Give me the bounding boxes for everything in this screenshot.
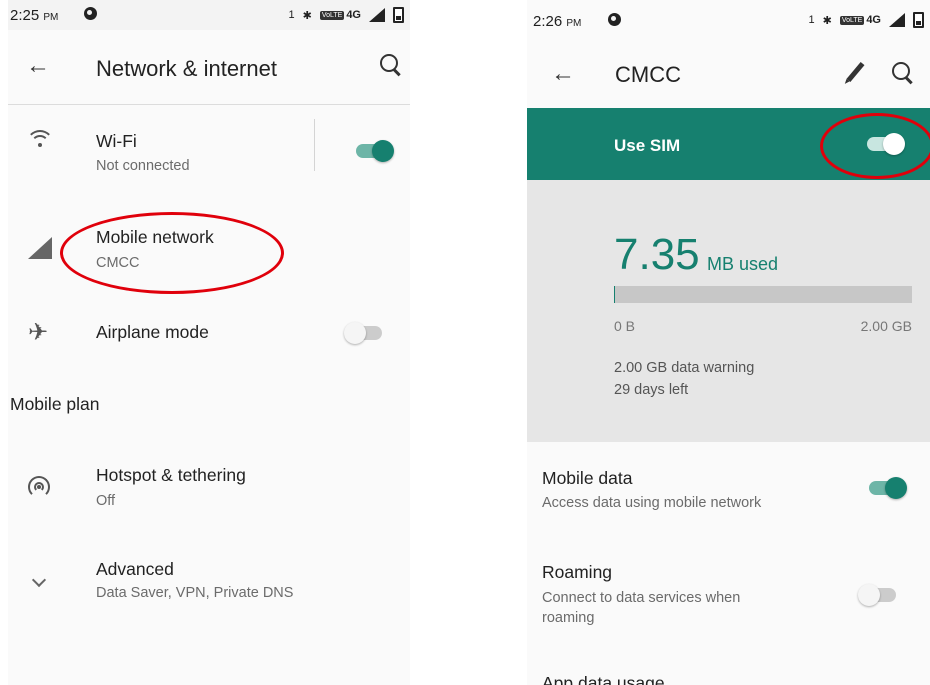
bluetooth-icon: ✱	[302, 9, 312, 22]
battery-icon	[393, 7, 404, 23]
data-usage-bar	[614, 286, 912, 303]
wifi-row[interactable]: Wi-Fi Not connected	[8, 105, 410, 185]
mobile-data-title: Mobile data	[542, 468, 633, 488]
wifi-title: Wi-Fi	[96, 131, 137, 151]
usage-min-label: 0 B	[614, 318, 636, 334]
data-usage-panel: 7.35 MB used 0 B 2.00 GB 2.00 GB data wa…	[527, 180, 930, 442]
battery-icon	[913, 12, 924, 28]
network-type-label: 4G	[346, 9, 361, 21]
data-used-amount: 7.35	[614, 230, 700, 279]
highlight-circle	[60, 212, 284, 294]
advanced-row[interactable]: Advanced Data Saver, VPN, Private DNS	[8, 545, 410, 635]
use-sim-label: Use SIM	[614, 136, 681, 155]
app-bar: ← Network & internet	[8, 30, 410, 105]
search-icon[interactable]	[892, 62, 910, 80]
data-warning-text: 2.00 GB data warning	[614, 360, 755, 376]
app-bar: ← CMCC	[527, 42, 930, 108]
status-time: 2:25 PM	[10, 7, 59, 24]
edit-pencil-icon[interactable]	[846, 61, 865, 83]
mobile-data-desc: Access data using mobile network	[542, 495, 762, 511]
status-bar: 2:26 PM 1 ✱ VoLTE 4G	[527, 0, 930, 42]
wifi-icon	[26, 130, 54, 148]
usage-max-label: 2.00 GB	[860, 318, 912, 334]
bluetooth-icon: ✱	[822, 14, 832, 27]
sim-settings-screen: 2:26 PM 1 ✱ VoLTE 4G ← CMCC Use SIM 7.35…	[527, 0, 930, 685]
highlight-circle	[820, 113, 930, 179]
roaming-row[interactable]: Roaming Connect to data services when ro…	[527, 552, 930, 642]
mobile-data-toggle[interactable]	[869, 477, 907, 499]
data-used-unit: MB used	[707, 254, 779, 274]
search-icon[interactable]	[380, 54, 398, 72]
volte-badge: VoLTE	[839, 15, 865, 25]
signal-icon	[369, 8, 385, 22]
advanced-title: Advanced	[96, 559, 174, 579]
signal-icon	[889, 13, 905, 27]
roaming-desc: Connect to data services when roaming	[542, 590, 741, 626]
hotspot-status: Off	[96, 493, 116, 509]
data-usage-fill	[614, 286, 616, 303]
app-data-usage-title: App data usage	[542, 673, 665, 685]
network-type-label: 4G	[866, 14, 881, 26]
network-internet-screen: 2:25 PM 1 ✱ VoLTE 4G ← Network & interne…	[8, 0, 410, 685]
page-title: CMCC	[615, 62, 681, 87]
notification-icon	[84, 7, 97, 20]
back-button[interactable]: ←	[551, 60, 575, 88]
wifi-status: Not connected	[96, 158, 190, 174]
hotspot-row[interactable]: Hotspot & tethering Off	[8, 440, 410, 530]
hotspot-icon	[28, 476, 50, 498]
hotspot-title: Hotspot & tethering	[96, 465, 246, 485]
airplane-icon: ✈	[28, 319, 49, 346]
advanced-summary: Data Saver, VPN, Private DNS	[96, 585, 294, 601]
back-button[interactable]: ←	[26, 52, 50, 80]
cellular-signal-icon	[28, 237, 52, 259]
notification-icon	[608, 13, 621, 26]
sim-slot-label: 1	[808, 14, 815, 26]
days-left-text: 29 days left	[614, 382, 689, 398]
airplane-mode-toggle[interactable]	[344, 322, 382, 344]
page-title: Network & internet	[96, 56, 277, 81]
roaming-toggle[interactable]	[858, 584, 896, 606]
roaming-title: Roaming	[542, 562, 613, 582]
sim-slot-label: 1	[288, 9, 295, 21]
app-data-usage-row[interactable]: App data usage	[527, 667, 930, 685]
airplane-mode-row[interactable]: ✈ Airplane mode	[8, 296, 410, 366]
wifi-toggle[interactable]	[356, 140, 394, 162]
volte-badge: VoLTE	[319, 10, 345, 20]
status-bar: 2:25 PM 1 ✱ VoLTE 4G	[8, 0, 410, 30]
mobile-plan-row[interactable]: Mobile plan	[8, 380, 410, 430]
status-time: 2:26 PM	[533, 13, 582, 30]
mobile-plan-title: Mobile plan	[10, 394, 100, 414]
airplane-mode-title: Airplane mode	[96, 322, 209, 342]
mobile-data-row[interactable]: Mobile data Access data using mobile net…	[527, 455, 930, 525]
chevron-down-icon	[31, 572, 47, 588]
divider	[314, 119, 315, 171]
